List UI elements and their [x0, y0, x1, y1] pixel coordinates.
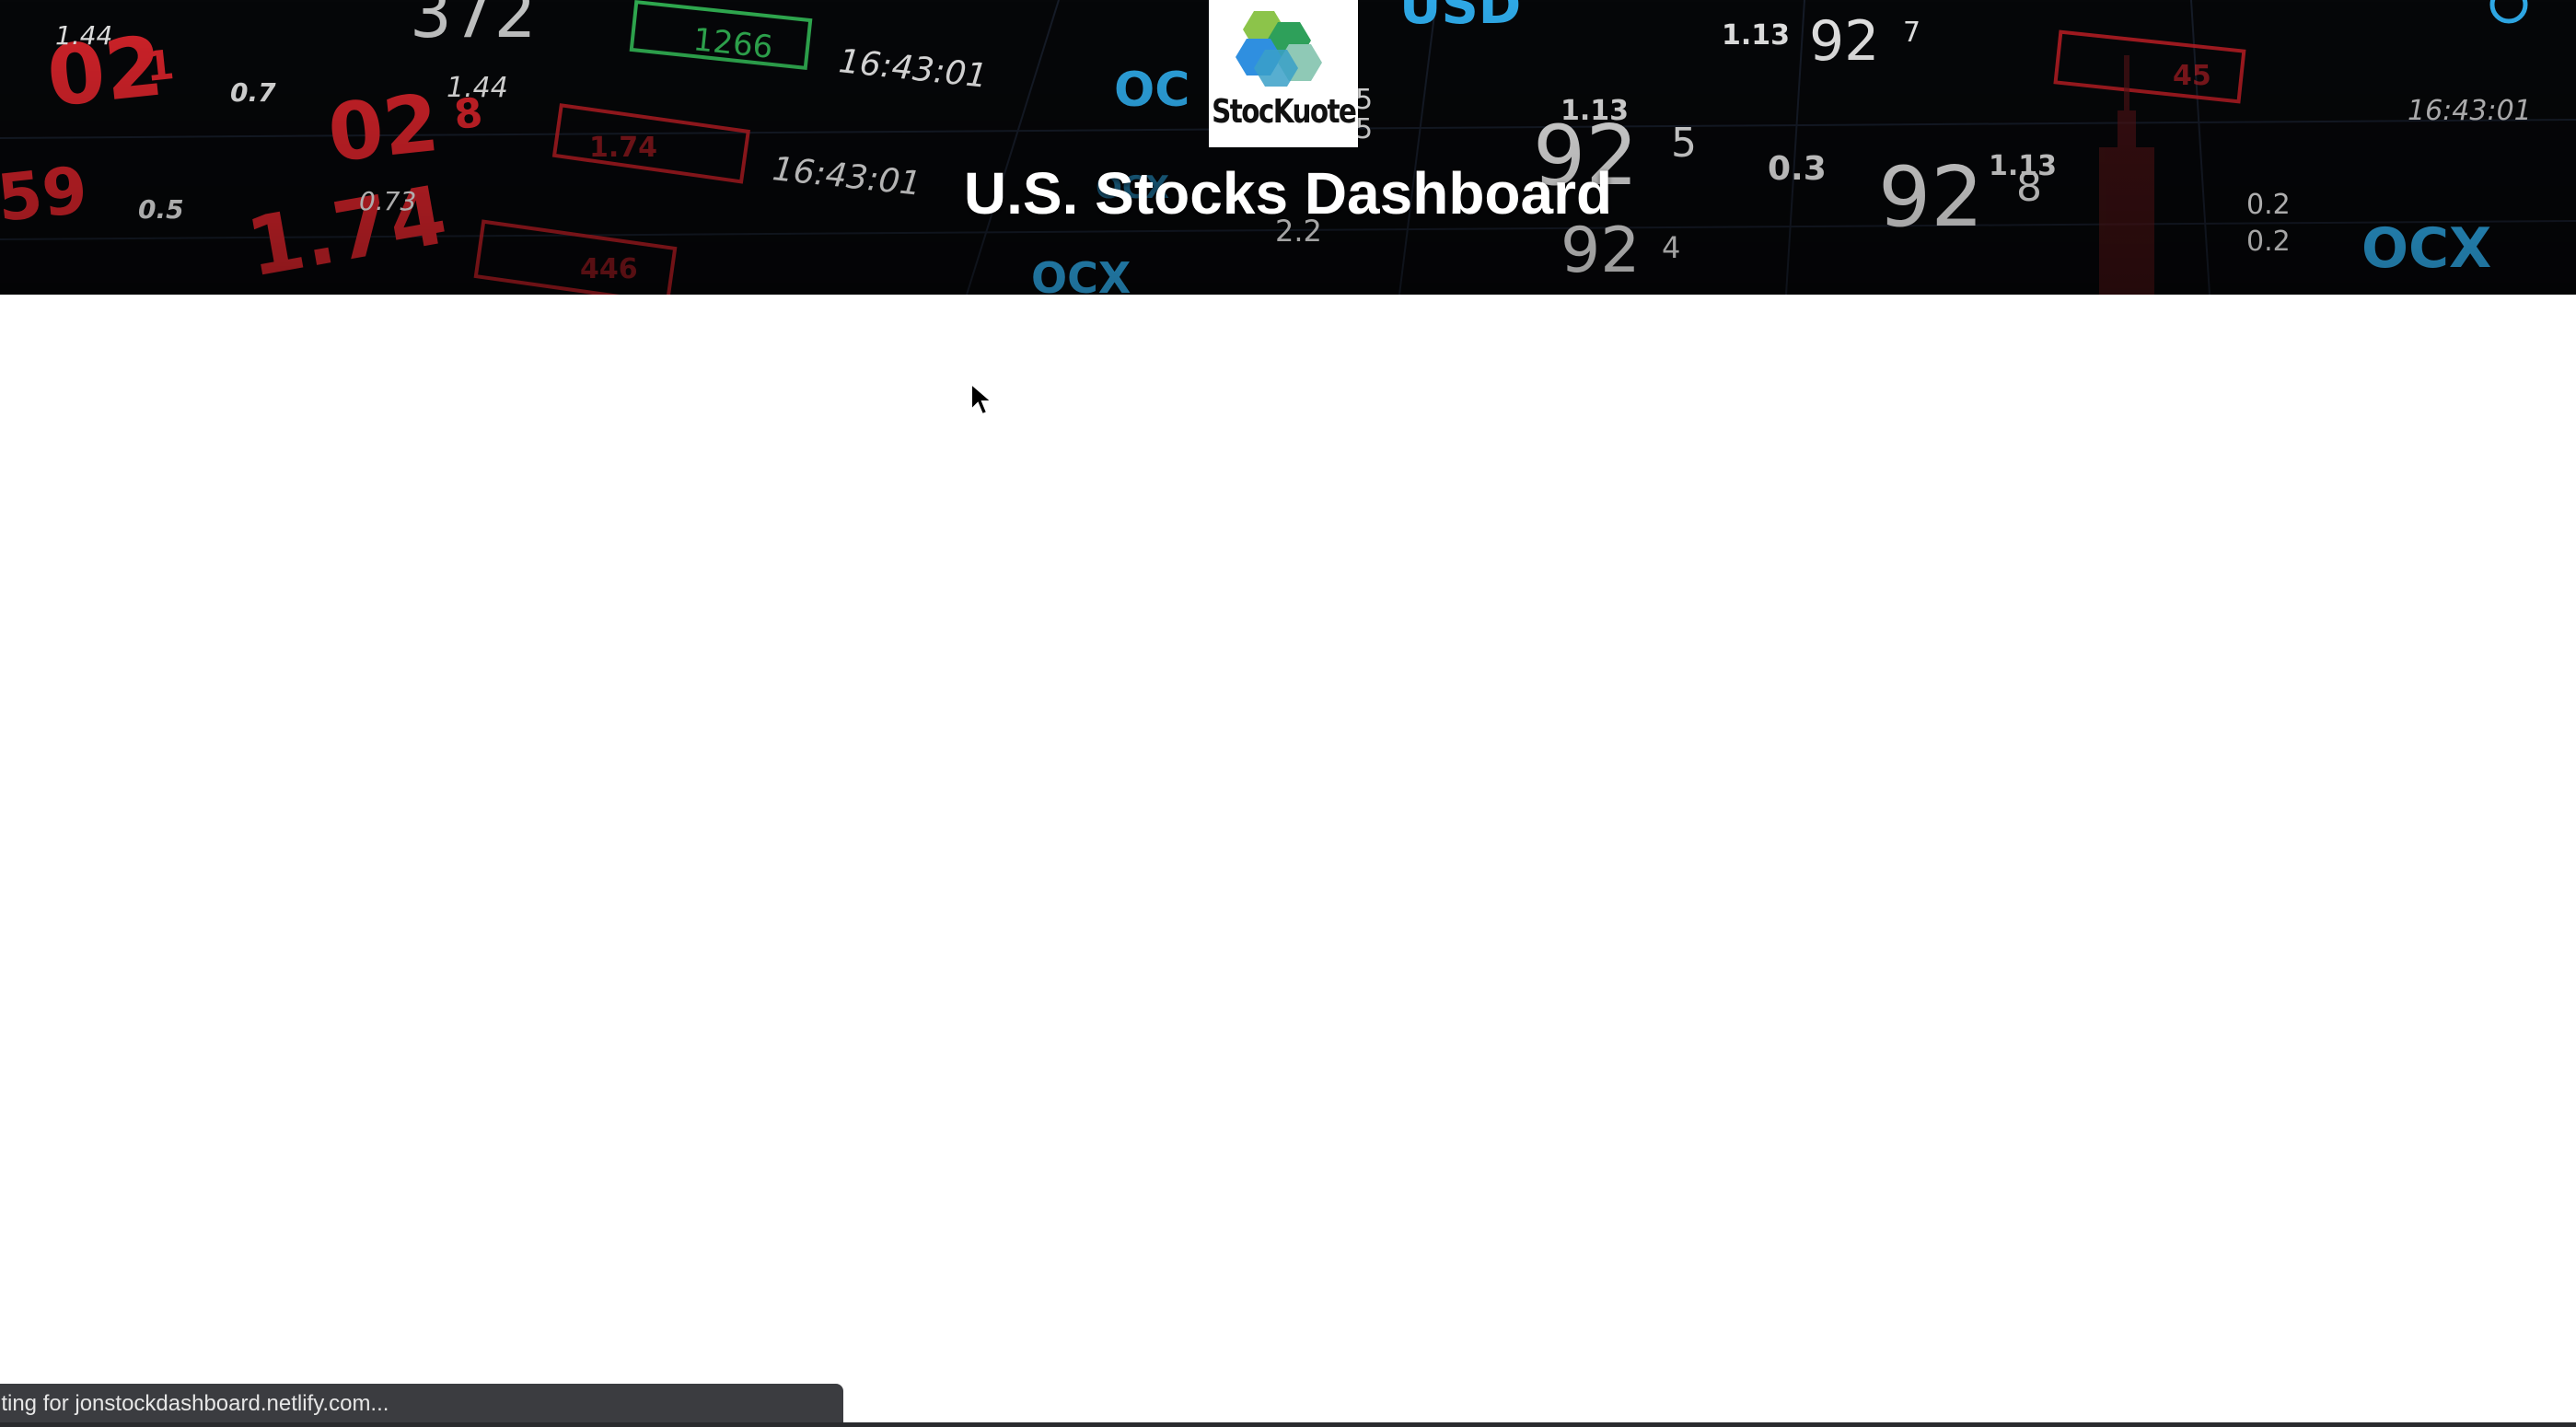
logo-text: StocKuote [1211, 93, 1357, 131]
header-banner: 02 1 02 8 1.74 59 1.74 446 45 1.44 0.7 0… [0, 0, 2576, 295]
browser-status-bar: iting for jonstockdashboard.netlify.com.… [0, 1384, 843, 1424]
page: 02 1 02 8 1.74 59 1.74 446 45 1.44 0.7 0… [0, 0, 2576, 1427]
stockuote-logo[interactable]: StocKuote [1209, 0, 1358, 147]
stockuote-hexagon-logo-icon [1236, 11, 1322, 87]
mouse-pointer-icon [970, 382, 993, 416]
window-bottom-edge [0, 1422, 2576, 1427]
page-title: U.S. Stocks Dashboard [963, 160, 1613, 226]
